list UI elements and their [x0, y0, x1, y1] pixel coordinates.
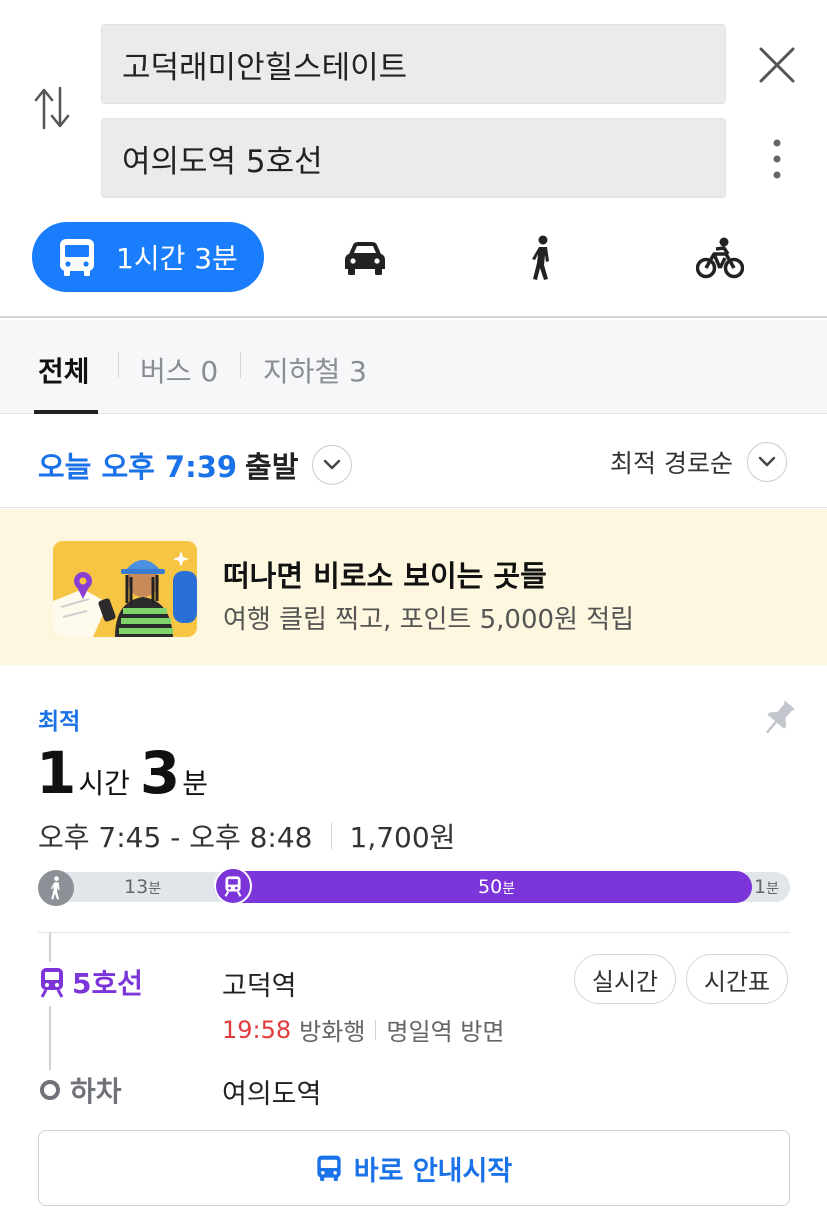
tab-bus[interactable]: 버스 0 — [140, 350, 218, 390]
subway-line-label: 5호선 — [38, 962, 144, 1006]
alight-dot-icon — [40, 1080, 60, 1100]
departure-time: 오늘 오후 7:39 — [38, 450, 238, 484]
departure-suffix: 출발 — [245, 450, 299, 484]
close-icon[interactable] — [750, 38, 804, 92]
banner-title: 떠나면 비로소 보이는 곳들 — [223, 559, 547, 593]
line-name: 5호선 — [72, 967, 144, 1000]
route-connector-line — [49, 932, 51, 1082]
more-vertical-icon[interactable] — [760, 134, 794, 184]
arrival-time: 19:58 — [222, 1015, 292, 1044]
train-direction: 방화행 — [299, 1018, 366, 1046]
route-type-tabs: 전체 버스 0 지하철 3 — [0, 320, 827, 414]
chevron-down-icon[interactable] — [746, 442, 787, 482]
banner-subtitle: 여행 클립 찍고, 포인트 5,000원 적립 — [223, 605, 635, 635]
car-icon[interactable] — [341, 234, 389, 282]
divider — [375, 1019, 377, 1040]
route-search-header: 고덕래미안힐스테이트 여의도역 5호선 1시간 3분 — [0, 0, 827, 318]
timetable-button[interactable]: 시간표 — [686, 954, 788, 1004]
duration-hours-unit: 시간 — [78, 767, 130, 800]
realtime-button[interactable]: 실시간 — [574, 954, 676, 1004]
origin-field[interactable]: 고덕래미안힐스테이트 — [101, 24, 726, 104]
fare: 1,700원 — [349, 821, 456, 854]
departure-time-row: 오늘 오후 7:39 출발 최적 경로순 — [0, 414, 827, 508]
departure-time-selector[interactable]: 오늘 오후 7:39 출발 — [38, 444, 353, 486]
subway-icon — [38, 966, 66, 998]
tab-all[interactable]: 전체 — [38, 350, 90, 390]
transit-duration-label: 1시간 3분 — [116, 242, 238, 275]
time-range: 오후 7:45 - 오후 8:48 — [38, 821, 313, 854]
subway-segment-minutes: 50분 — [478, 876, 516, 898]
duration-minutes-unit: 분 — [182, 767, 209, 800]
walk-icon[interactable] — [518, 234, 566, 282]
route-times: 오후 7:45 - 오후 8:48 1,700원 — [38, 816, 455, 856]
pin-icon[interactable] — [760, 696, 798, 740]
bike-icon[interactable] — [696, 234, 744, 282]
bus-icon — [58, 237, 98, 277]
platform-side: 명일역 방면 — [386, 1018, 505, 1046]
promo-banner[interactable]: 떠나면 비로소 보이는 곳들 여행 클립 찍고, 포인트 5,000원 적립 — [0, 509, 827, 665]
tab-divider — [240, 352, 241, 378]
alight-text: 하차 — [70, 1075, 122, 1108]
subway-icon — [214, 867, 252, 905]
duration-hours: 1 — [36, 739, 76, 807]
route-duration: 1 시간 3 분 — [36, 738, 218, 808]
traveler-illustration — [53, 541, 197, 637]
walk-icon — [38, 870, 74, 906]
transport-mode-selector: 1시간 3분 — [0, 222, 827, 292]
tab-divider — [118, 352, 119, 378]
divider — [38, 932, 790, 933]
chevron-down-icon[interactable] — [312, 445, 353, 485]
swap-arrows-icon[interactable] — [28, 82, 76, 134]
alight-label: 하차 — [40, 1070, 122, 1110]
board-station: 고덕역 — [222, 971, 297, 1002]
sort-label: 최적 경로순 — [610, 449, 733, 478]
duration-minutes: 3 — [139, 739, 180, 807]
start-navigation-label: 바로 안내시작 — [353, 1155, 513, 1187]
tab-subway[interactable]: 지하철 3 — [263, 350, 367, 390]
destination-field[interactable]: 여의도역 5호선 — [101, 118, 726, 198]
walk-segment-minutes: 13분 — [124, 876, 162, 898]
mode-transit-button[interactable]: 1시간 3분 — [32, 222, 264, 292]
divider — [330, 823, 332, 849]
best-route-badge: 최적 — [38, 709, 81, 735]
alight-station: 여의도역 — [222, 1079, 322, 1110]
route-card[interactable]: 최적 1 시간 3 분 오후 7:45 - 오후 8:48 1,700원 13분 — [0, 666, 827, 1231]
bus-icon — [316, 1153, 344, 1183]
end-walk-segment-minutes: 1분 — [754, 876, 779, 898]
sort-order-selector[interactable]: 최적 경로순 — [610, 442, 787, 482]
route-segment-bar: 13분 50분 1분 — [38, 867, 790, 906]
arrival-info: 19:58 방화행 명일역 방면 — [222, 1012, 504, 1047]
start-navigation-button[interactable]: 바로 안내시작 — [38, 1130, 790, 1206]
